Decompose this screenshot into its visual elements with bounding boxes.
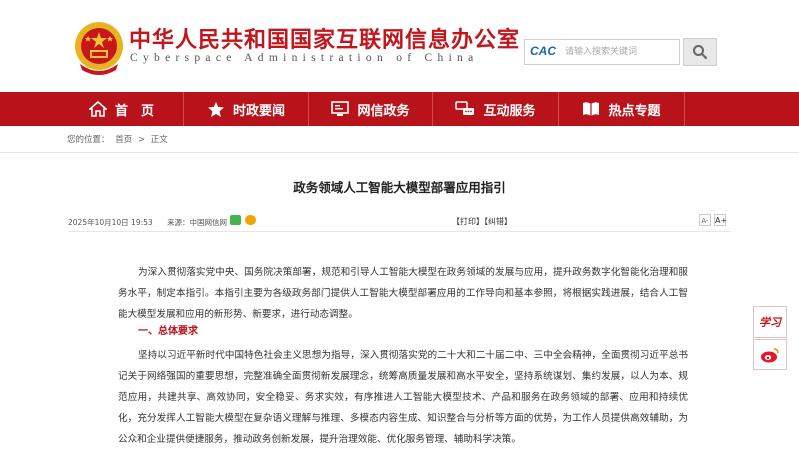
nav-item-topics[interactable]: 热点专题 [559, 92, 685, 126]
nav-item-home[interactable]: 首 页 [60, 92, 184, 126]
site-title: 中华人民共和国国家互联网信息办公室 [129, 28, 521, 53]
breadcrumb-current: 正文 [150, 135, 168, 145]
cac-logo: CAC [530, 44, 556, 58]
nav-label: 时政要闻 [232, 103, 285, 119]
nav-label: 互动服务 [483, 103, 536, 119]
font-decrease-button[interactable]: A- [699, 214, 711, 226]
report-error-link[interactable]: 【纠错】 [480, 216, 512, 227]
section-heading: 一、总体要求 [138, 326, 198, 337]
nav-item-affairs[interactable]: 网信政务 [309, 92, 433, 126]
search-icon [693, 45, 708, 60]
star-icon [207, 101, 224, 117]
breadcrumb: 您的位置： 首页 > 正文 [67, 133, 171, 145]
breadcrumb-prefix: 您的位置： [67, 135, 110, 145]
divider [0, 152, 799, 153]
search-box: CAC [524, 39, 680, 65]
monitor-icon [331, 101, 350, 116]
xuexi-link[interactable]: 学习 [753, 306, 787, 338]
article-source: 来源：中国网信网 [167, 218, 228, 227]
article-date: 2025年10月10日 19:53 [68, 218, 153, 227]
national-emblem-icon[interactable] [72, 20, 126, 76]
weibo-share-icon[interactable] [245, 215, 256, 225]
site-subtitle: Cyberspace Administration of China [130, 52, 479, 64]
nav-label: 首 页 [114, 103, 154, 119]
weibo-icon [761, 347, 779, 362]
article-paragraph: 坚持以习近平新时代中国特色社会主义思想为指导，深入贯彻落实党的二十大和二十届二中… [118, 350, 688, 445]
weibo-side-button[interactable] [753, 339, 787, 370]
breadcrumb-separator: > [137, 135, 146, 145]
handshake-icon [455, 101, 475, 115]
nav-label: 热点专题 [608, 103, 661, 119]
search-input[interactable] [565, 43, 677, 61]
nav-label: 网信政务 [357, 103, 410, 119]
home-icon [88, 101, 107, 117]
breadcrumb-home-link[interactable]: 首页 [115, 135, 132, 145]
site-header: 中华人民共和国国家互联网信息办公室 Cyberspace Administrat… [0, 0, 799, 92]
wechat-share-icon[interactable] [230, 215, 241, 225]
main-nav: 首 页 时政要闻 网信政务 互动服务 热点专题 [0, 92, 799, 126]
nav-item-news[interactable]: 时政要闻 [184, 92, 309, 126]
article-title: 政务领域人工智能大模型部署应用指引 [293, 180, 506, 195]
font-increase-button[interactable]: A+ [714, 214, 727, 226]
article-paragraph: 为深入贯彻落实党中央、国务院决策部署，规范和引导人工智能大模型在政务领域的发展与… [118, 267, 688, 320]
divider [68, 231, 731, 232]
search-button[interactable] [683, 38, 717, 66]
book-icon [583, 102, 600, 116]
article-meta: 2025年10月10日 19:53 来源：中国网信网 [68, 217, 227, 228]
nav-item-interactive[interactable]: 互动服务 [433, 92, 559, 126]
